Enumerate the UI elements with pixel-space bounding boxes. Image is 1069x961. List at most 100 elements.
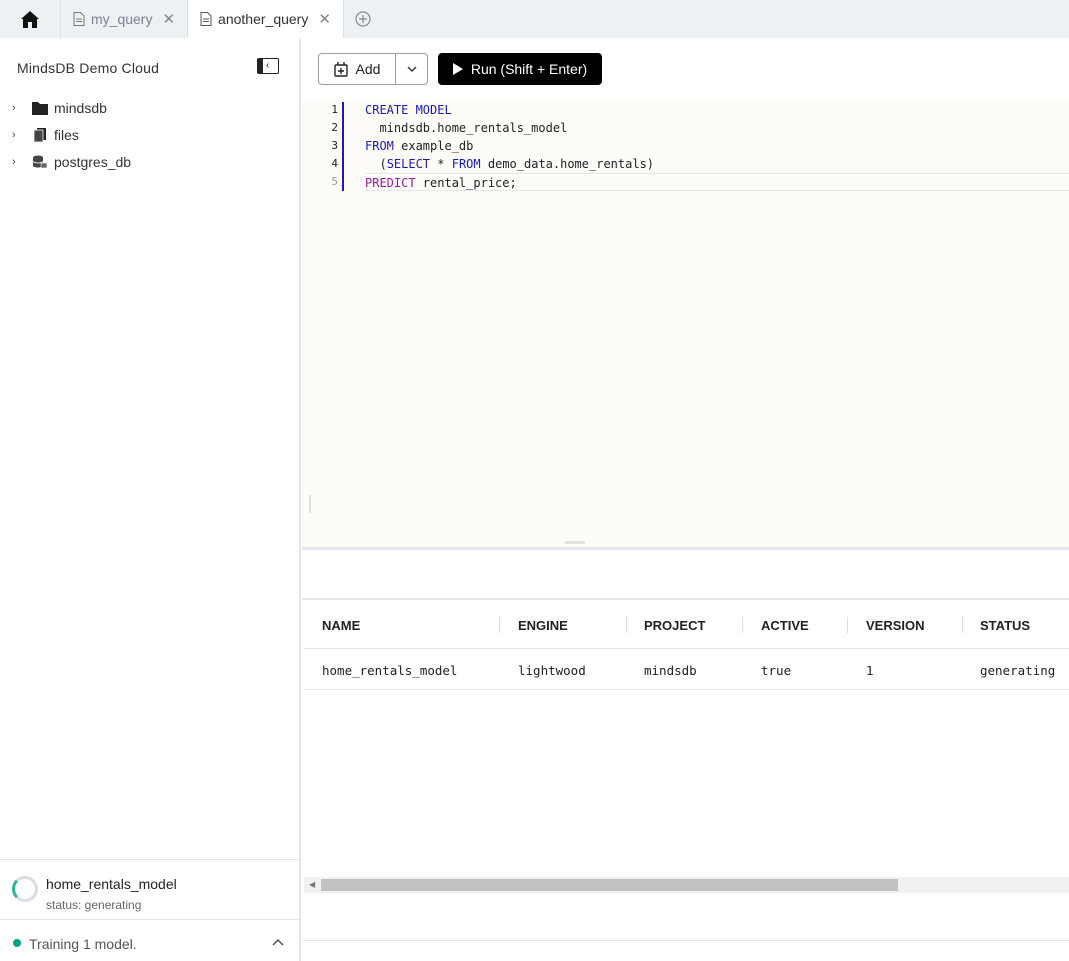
document-icon <box>73 12 85 26</box>
table-cell: 1 <box>866 663 874 678</box>
training-label: Training 1 model. <box>29 936 137 952</box>
editor-toolbar: Add Run (Shift + Enter) <box>302 38 1069 100</box>
column-header[interactable]: NAME <box>322 618 360 633</box>
chevron-left-icon: ‹ <box>266 60 270 71</box>
table-cell: true <box>761 663 792 678</box>
column-header[interactable]: PROJECT <box>644 618 705 633</box>
tab-my-query[interactable]: my_query ✕ <box>60 0 187 38</box>
results-header <box>302 550 1069 600</box>
column-divider[interactable] <box>962 617 963 633</box>
line-number: 5 <box>331 175 338 188</box>
column-divider[interactable] <box>499 617 500 633</box>
home-icon <box>21 10 39 28</box>
table-header: NAME ENGINE PROJECT ACTIVE VERSION STATU… <box>304 601 1069 649</box>
code-text: * <box>430 157 452 171</box>
chevron-up-icon[interactable] <box>272 934 284 949</box>
close-icon[interactable]: ✕ <box>162 10 175 28</box>
tab-label: my_query <box>91 11 153 27</box>
close-icon[interactable]: ✕ <box>318 10 331 28</box>
training-model-card: home_rentals_model status: generating <box>0 859 299 919</box>
column-header[interactable]: ACTIVE <box>761 618 809 633</box>
horizontal-scrollbar[interactable]: ◀ <box>304 877 1069 893</box>
home-button[interactable] <box>0 0 60 38</box>
document-icon <box>200 12 212 26</box>
chevron-right-icon[interactable]: › <box>12 102 26 114</box>
tab-bar: my_query ✕ another_query ✕ <box>0 0 1069 38</box>
code-text: ( <box>365 157 387 171</box>
table-cell: mindsdb <box>644 663 697 678</box>
column-header[interactable]: STATUS <box>980 618 1030 633</box>
divider <box>302 940 1069 941</box>
keyword: SELECT <box>386 157 431 171</box>
line-number-gutter: 1 2 3 4 5 <box>302 100 364 547</box>
tab-label: another_query <box>218 11 309 27</box>
line-number: 4 <box>331 157 338 170</box>
code-line: FROM example_db <box>365 137 1069 155</box>
column-divider[interactable] <box>626 617 627 633</box>
files-icon <box>33 127 46 142</box>
collapse-sidebar-button[interactable]: ‹ <box>257 58 279 74</box>
chevron-right-icon[interactable]: › <box>12 129 26 141</box>
code-line: (SELECT * FROM demo_data.home_rentals) <box>365 155 1069 173</box>
split-grip[interactable] <box>565 541 585 544</box>
code-text: demo_data.home_rentals) <box>480 157 655 171</box>
code-area[interactable]: CREATE MODEL mindsdb.home_rentals_model … <box>365 100 1069 191</box>
tree-item-postgres-db[interactable]: › postgres_db <box>12 148 131 175</box>
add-dropdown-button[interactable] <box>396 54 427 84</box>
model-name: home_rentals_model <box>46 876 177 892</box>
tab-another-query[interactable]: another_query ✕ <box>187 0 343 38</box>
panel-icon <box>258 59 263 73</box>
code-line: CREATE MODEL <box>365 101 1069 119</box>
chevron-down-icon <box>407 66 416 72</box>
tree-item-label: postgres_db <box>54 153 132 170</box>
table-row: home_rentals_model lightwood mindsdb tru… <box>304 650 1069 690</box>
add-label: Add <box>355 61 381 77</box>
line-number: 3 <box>331 139 338 152</box>
column-divider[interactable] <box>742 617 743 633</box>
table-cell: lightwood <box>518 663 586 678</box>
line-number: 1 <box>331 103 338 116</box>
training-status-bar[interactable]: Training 1 model. <box>0 919 299 961</box>
tree-item-label: mindsdb <box>54 99 107 116</box>
add-plug-icon <box>333 62 348 77</box>
play-icon <box>452 63 463 75</box>
code-line-current: PREDICT rental_price; <box>365 173 1069 191</box>
loading-spinner-icon <box>12 876 38 902</box>
status-dot-icon <box>13 939 21 947</box>
code-text: rental_price; <box>415 176 517 190</box>
scroll-left-icon[interactable]: ◀ <box>309 880 315 889</box>
resize-handle[interactable] <box>309 495 311 513</box>
keyword: FROM <box>365 139 394 153</box>
database-icon <box>32 155 48 168</box>
add-tab-button[interactable] <box>342 0 383 38</box>
line-number: 2 <box>331 121 338 134</box>
table-cell: home_rentals_model <box>322 663 458 678</box>
add-button-group: Add <box>318 53 428 85</box>
plus-circle-icon <box>355 11 372 27</box>
keyword: CREATE MODEL <box>365 103 452 117</box>
code-text: example_db <box>393 139 474 153</box>
keyword: PREDICT <box>365 176 416 190</box>
chevron-right-icon[interactable]: › <box>12 156 26 168</box>
column-divider[interactable] <box>847 617 848 633</box>
folder-icon <box>32 101 48 115</box>
tree-item-files[interactable]: › files <box>12 121 131 148</box>
code-line: mindsdb.home_rentals_model <box>365 121 568 135</box>
keyword: FROM <box>451 157 481 171</box>
run-label: Run (Shift + Enter) <box>470 61 588 77</box>
database-tree: › mindsdb › files › postgres_db <box>12 94 131 175</box>
sql-editor[interactable]: 1 2 3 4 5 CREATE MODEL mindsdb.home_rent… <box>302 100 1069 547</box>
column-header[interactable]: VERSION <box>866 618 925 633</box>
statement-marker <box>342 102 344 191</box>
column-header[interactable]: ENGINE <box>518 618 568 633</box>
add-button[interactable]: Add <box>319 54 396 84</box>
results-table: NAME ENGINE PROJECT ACTIVE VERSION STATU… <box>304 601 1069 877</box>
model-status: status: generating <box>46 898 142 912</box>
tree-item-label: files <box>54 126 79 143</box>
table-cell: generating <box>980 663 1056 678</box>
sidebar-title: MindsDB Demo Cloud <box>17 60 160 76</box>
sidebar: MindsDB Demo Cloud ‹ › mindsdb › files › <box>0 38 301 961</box>
tree-item-mindsdb[interactable]: › mindsdb <box>12 94 131 121</box>
run-button[interactable]: Run (Shift + Enter) <box>438 53 602 85</box>
scrollbar-thumb[interactable] <box>321 879 898 891</box>
